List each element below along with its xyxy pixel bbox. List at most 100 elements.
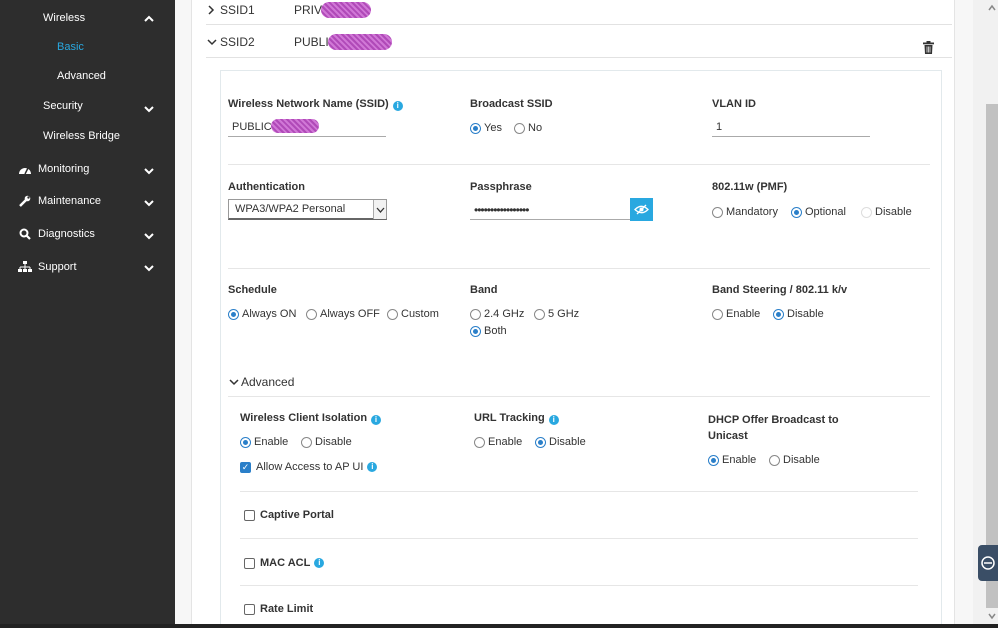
radio-label: Mandatory xyxy=(726,206,778,218)
info-icon[interactable]: i xyxy=(314,558,325,568)
chevron-down-icon[interactable] xyxy=(143,263,155,273)
info-icon[interactable]: i xyxy=(392,101,403,111)
checkbox-box xyxy=(244,603,255,615)
client-isolation-label: Wireless Client Isolation i xyxy=(240,412,382,425)
url-tracking-disable-radio[interactable]: Disable xyxy=(535,436,586,448)
rate-limit-checkbox[interactable]: Rate Limit xyxy=(244,603,313,615)
client-isolation-label-text: Wireless Client Isolation xyxy=(240,412,368,424)
sidebar-item-diagnostics[interactable]: Diagnostics xyxy=(18,227,95,241)
ssid-name: SSID2 xyxy=(220,35,255,49)
radio-label: Disable xyxy=(783,454,820,466)
radio-dot xyxy=(791,206,802,218)
scroll-thumb[interactable] xyxy=(986,104,998,608)
remote-support-widget[interactable] xyxy=(978,545,998,581)
radio-label: 5 GHz xyxy=(548,308,580,320)
schedule-always-off-radio[interactable]: Always OFF xyxy=(306,308,380,320)
redaction-mark xyxy=(321,2,372,18)
ssid-name: SSID1 xyxy=(220,3,255,17)
mac-acl-checkbox[interactable]: MAC ACL i xyxy=(244,557,325,569)
broadcast-no-radio[interactable]: No xyxy=(514,122,542,134)
ssid-input[interactable]: PUBLIC xyxy=(228,117,386,137)
ssid1-row[interactable]: SSID1 PRIV xyxy=(206,2,372,18)
section-divider xyxy=(240,491,918,492)
chevron-down-icon[interactable] xyxy=(143,104,155,114)
broadcast-yes-radio[interactable]: Yes xyxy=(470,122,502,134)
advanced-toggle[interactable]: Advanced xyxy=(228,375,294,389)
chevron-up-icon[interactable] xyxy=(143,14,155,24)
checkbox-label: Allow Access to AP UI xyxy=(256,461,364,473)
sidebar-item-wireless[interactable]: Wireless xyxy=(43,12,85,24)
ssid2-row[interactable]: SSID2 PUBLI xyxy=(206,34,392,50)
allow-ap-ui-checkbox[interactable]: ✓ Allow Access to AP UI i xyxy=(240,461,378,473)
section-divider xyxy=(240,538,918,539)
trash-icon[interactable] xyxy=(923,41,934,54)
band-steering-disable-radio[interactable]: Disable xyxy=(773,308,824,320)
passphrase-input[interactable]: ••••••••••••••••• xyxy=(470,200,630,220)
band-24ghz-radio[interactable]: 2.4 GHz xyxy=(470,308,524,320)
info-icon[interactable]: i xyxy=(371,415,382,425)
sidebar-item-support[interactable]: Support xyxy=(18,260,77,274)
band-5ghz-radio[interactable]: 5 GHz xyxy=(534,308,579,320)
ssid2-settings-card xyxy=(220,70,942,628)
chat-icon xyxy=(981,556,995,570)
chevron-right-icon[interactable] xyxy=(206,4,216,16)
show-password-button[interactable] xyxy=(630,198,653,221)
checkbox-box xyxy=(244,557,255,569)
pmf-optional-radio[interactable]: Optional xyxy=(791,206,846,218)
radio-dot xyxy=(773,308,784,320)
checkbox-label: Captive Portal xyxy=(260,509,334,521)
schedule-always-on-radio[interactable]: Always ON xyxy=(228,308,296,320)
scroll-up-icon[interactable] xyxy=(987,4,997,12)
radio-dot xyxy=(514,122,525,134)
chevron-down-icon[interactable] xyxy=(206,36,218,48)
wrench-icon xyxy=(18,194,32,208)
radio-label: Both xyxy=(484,325,507,337)
radio-label: Enable xyxy=(254,436,289,448)
url-tracking-enable-radio[interactable]: Enable xyxy=(474,436,522,448)
sidebar-item-maintenance[interactable]: Maintenance xyxy=(18,194,101,208)
select-value: WPA3/WPA2 Personal xyxy=(235,203,346,215)
divider xyxy=(206,57,952,58)
broadcast-ssid-label: Broadcast SSID xyxy=(470,98,553,110)
main-content: SSID1 PRIV SSID2 PUBLI Wireless Network … xyxy=(175,0,973,628)
divider xyxy=(206,24,952,25)
band-steering-enable-radio[interactable]: Enable xyxy=(712,308,760,320)
isolation-enable-radio[interactable]: Enable xyxy=(240,436,288,448)
chevron-down-icon[interactable] xyxy=(143,231,155,241)
sidebar-item-label: Monitoring xyxy=(38,163,90,175)
band-steering-label: Band Steering / 802.11 k/v xyxy=(712,284,848,296)
sidebar-item-monitoring[interactable]: Monitoring xyxy=(18,162,89,176)
radio-label: Yes xyxy=(484,122,502,134)
dhcp-disable-radio[interactable]: Disable xyxy=(769,454,820,466)
schedule-label: Schedule xyxy=(228,284,277,296)
band-both-radio[interactable]: Both xyxy=(470,325,507,337)
sidebar-item-security[interactable]: Security xyxy=(43,100,83,112)
url-tracking-label: URL Tracking i xyxy=(474,412,559,425)
authentication-select[interactable]: WPA3/WPA2 Personal xyxy=(228,199,387,220)
radio-dot xyxy=(228,308,239,320)
dhcp-enable-radio[interactable]: Enable xyxy=(708,454,756,466)
sidebar-item-wireless-bridge[interactable]: Wireless Bridge xyxy=(43,130,120,142)
sidebar-item-basic[interactable]: Basic xyxy=(57,41,84,53)
section-divider xyxy=(228,268,930,269)
schedule-custom-radio[interactable]: Custom xyxy=(387,308,439,320)
captive-portal-checkbox[interactable]: Captive Portal xyxy=(244,509,334,521)
chevron-down-icon[interactable] xyxy=(143,198,155,208)
info-icon[interactable]: i xyxy=(548,415,559,425)
scroll-down-icon[interactable] xyxy=(987,612,997,620)
radio-dot xyxy=(301,436,312,448)
sidebar-item-advanced[interactable]: Advanced xyxy=(57,70,106,82)
vlan-id-input[interactable]: 1 xyxy=(712,117,870,137)
checkbox-box xyxy=(244,509,255,521)
pmf-disable-radio[interactable]: Disable xyxy=(861,206,912,218)
pmf-mandatory-radio[interactable]: Mandatory xyxy=(712,206,778,218)
chevron-down-icon[interactable] xyxy=(143,166,155,176)
pmf-label: 802.11w (PMF) xyxy=(712,181,788,193)
dashboard-icon xyxy=(18,162,32,176)
chevron-down-icon[interactable] xyxy=(373,200,386,219)
info-icon[interactable]: i xyxy=(367,462,378,472)
radio-label: Disable xyxy=(875,206,912,218)
radio-label: Custom xyxy=(401,308,439,320)
scrollbar[interactable] xyxy=(973,0,998,628)
isolation-disable-radio[interactable]: Disable xyxy=(301,436,352,448)
